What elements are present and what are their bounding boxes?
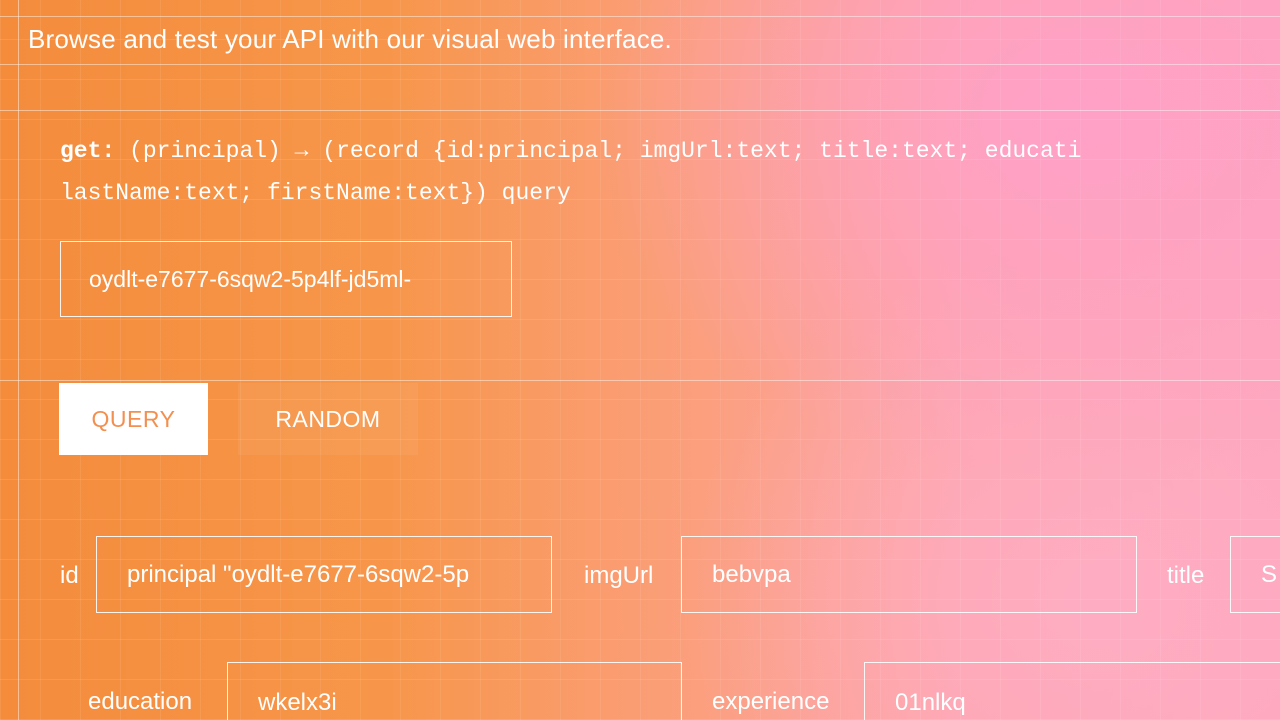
field-label-education: education xyxy=(88,688,193,715)
grid-line xyxy=(0,380,1280,381)
page-subtitle: Browse and test your API with our visual… xyxy=(28,24,672,54)
field-value-experience[interactable]: 01nlkq xyxy=(864,662,1280,720)
method-name: get: xyxy=(60,138,116,164)
principal-input[interactable] xyxy=(60,241,512,317)
grid-line xyxy=(18,0,19,720)
field-label-id: id xyxy=(60,562,79,589)
field-value-imgurl[interactable]: bebvpa xyxy=(681,536,1137,613)
grid-line xyxy=(0,64,1280,65)
signature-line-2: lastName:text; firstName:text}) query xyxy=(60,180,571,206)
signature-line-1: (principal) → (record {id:principal; img… xyxy=(129,138,1082,164)
field-label-imgurl: imgUrl xyxy=(584,562,654,589)
field-value-education[interactable]: wkelx3i xyxy=(227,662,682,720)
grid-line xyxy=(0,16,1280,17)
field-label-title: title xyxy=(1167,562,1205,589)
random-button[interactable]: RANDOM xyxy=(238,383,418,455)
method-signature: get: (principal) → (record {id:principal… xyxy=(60,130,1280,214)
field-label-experience: experience xyxy=(712,688,830,715)
grid-line xyxy=(0,110,1280,111)
field-value-title[interactable]: S xyxy=(1230,536,1280,613)
query-button[interactable]: QUERY xyxy=(59,383,208,455)
field-value-id[interactable]: principal "oydlt-e7677-6sqw2-5p xyxy=(96,536,552,613)
